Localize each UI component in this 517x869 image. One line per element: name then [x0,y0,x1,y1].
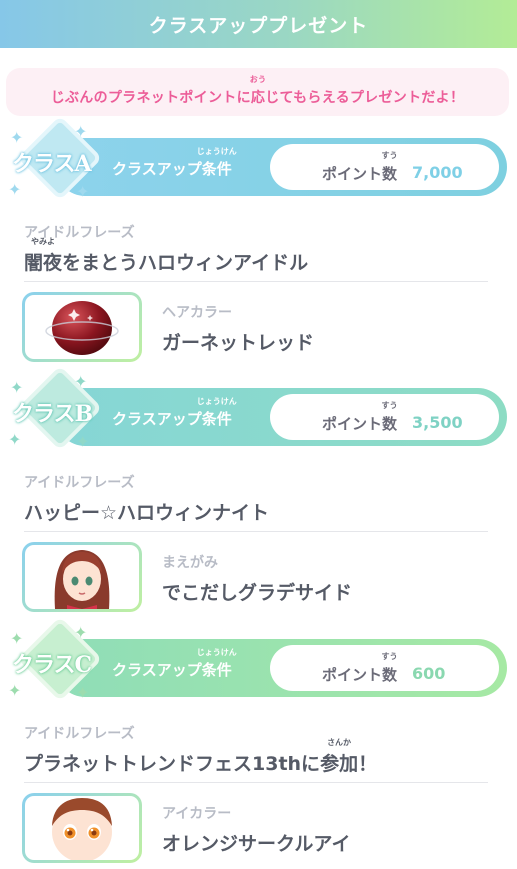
sparkle-icon: ✦ [10,128,24,147]
points-value: 7,000 [412,163,463,182]
class-c-banner: クラスアップ条件 じょうけん ポイント数 すう 600 [56,639,507,697]
sparkle-icon: ✦ [8,681,22,700]
class-c-badge: ✦ ✦ ✦ ✦ クラスC [4,622,114,711]
points-label: ポイント数 すう [322,151,398,184]
sparkle-icon: ✦ [74,372,88,391]
item-category: ヘアカラー [162,305,232,321]
points-label: ポイント数 すう [322,652,398,685]
class-badge-text: クラスB [12,401,93,427]
page-title: クラスアッププレゼント [148,14,369,37]
bangs-thumbnail[interactable] [22,542,142,612]
sparkle-icon: ✦ [76,683,90,702]
condition-label: クラスアップ条件 じょうけん [112,397,237,429]
hair-color-icon [45,301,119,355]
header-bar: クラスアッププレゼント [0,0,517,48]
phrase-category: アイドルフレーズ [24,726,135,742]
phrase-text: 闇夜 やみよ をまとうハロウィンアイドル [24,237,309,275]
phrase-text: ハッピー☆ハロウィンナイト [24,502,270,524]
sparkle-icon: ✦ [10,629,24,648]
divider [24,782,488,783]
divider [24,531,488,532]
eye-color-icon [52,798,112,860]
points-pill: ポイント数 すう 600 [270,645,499,691]
intro-banner: じぶんのプラネットポイントに応 おう じてもらえるプレゼントだよ！ [6,68,509,116]
sparkle-icon: ✦ [8,430,22,449]
item-name: でこだしグラデサイド [162,582,353,604]
sparkle-icon: ✦ [8,180,22,199]
item-name: オレンジサークルアイ [162,833,351,855]
class-b-banner: クラスアップ条件 じょうけん ポイント数 すう 3,500 [56,388,507,446]
class-a-banner: クラスアップ条件 じょうけん ポイント数 すう 7,000 [56,138,507,196]
sparkle-icon: ✦ [76,182,90,201]
condition-label: クラスアップ条件 じょうけん [112,648,237,680]
bangs-icon [54,550,110,609]
phrase-text: プラネットトレンドフェス13thに参加 さんか！ [24,738,378,776]
hair-color-thumbnail[interactable] [22,292,142,362]
class-b-section: クラスアップ条件 じょうけん ポイント数 すう 3,500 ✦ ✦ ✦ ✦ クラスB… [0,371,517,624]
class-b-badge: ✦ ✦ ✦ ✦ クラスB [4,371,114,460]
sparkle-icon: ✦ [74,623,88,642]
phrase-category: アイドルフレーズ [24,475,135,491]
sparkle-icon: ✦ [76,432,90,451]
sparkle-icon: ✦ [74,122,88,141]
divider [24,281,488,282]
class-badge-text: クラスA [12,151,92,177]
item-category: アイカラー [162,806,232,822]
eye-color-thumbnail[interactable] [22,793,142,863]
class-a-section: クラスアップ条件 じょうけん ポイント数 すう 7,000 ✦ ✦ ✦ ✦ クラスA… [0,121,517,374]
class-a-badge: ✦ ✦ ✦ ✦ クラスA [4,121,114,210]
item-name: ガーネットレッド [162,332,315,354]
intro-text: じぶんのプラネットポイントに応 おう じてもらえるプレゼントだよ！ [50,75,465,107]
points-pill: ポイント数 すう 3,500 [270,394,499,440]
class-badge-text: クラスC [12,652,92,678]
points-pill: ポイント数 すう 7,000 [270,144,499,190]
points-label: ポイント数 すう [322,401,398,434]
item-category: まえがみ [162,555,218,571]
points-value: 600 [412,664,446,683]
class-c-section: クラスアップ条件 じょうけん ポイント数 すう 600 ✦ ✦ ✦ ✦ クラスC ア… [0,622,517,869]
sparkle-icon: ✦ [10,378,24,397]
points-value: 3,500 [412,413,463,432]
condition-label: クラスアップ条件 じょうけん [112,147,237,179]
